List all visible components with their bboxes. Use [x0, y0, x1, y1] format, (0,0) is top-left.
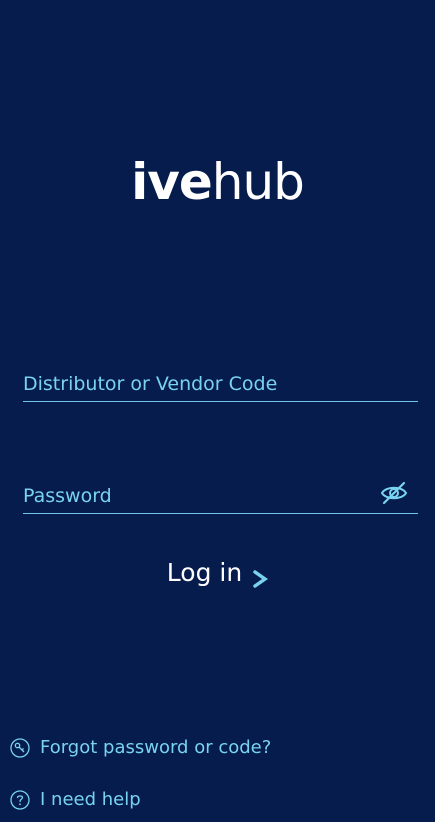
login-label: Log in — [166, 558, 243, 587]
code-field — [23, 369, 418, 402]
login-button[interactable]: Log in — [0, 555, 435, 591]
password-field — [23, 481, 418, 514]
help-link[interactable]: I need help — [10, 789, 141, 810]
logo-part-ive: ive — [131, 153, 213, 211]
forgot-password-link[interactable]: Forgot password or code? — [10, 737, 271, 758]
app-logo: ivehub — [0, 152, 435, 212]
password-input[interactable] — [23, 481, 363, 511]
logo-part-hub: hub — [211, 153, 305, 211]
eye-slash-icon[interactable] — [380, 481, 408, 505]
help-label: I need help — [40, 789, 141, 810]
forgot-password-label: Forgot password or code? — [40, 737, 272, 758]
distributor-vendor-code-input[interactable] — [23, 369, 363, 399]
chevron-right-icon — [252, 563, 269, 588]
question-circle-icon — [10, 789, 30, 810]
key-icon — [10, 737, 30, 758]
